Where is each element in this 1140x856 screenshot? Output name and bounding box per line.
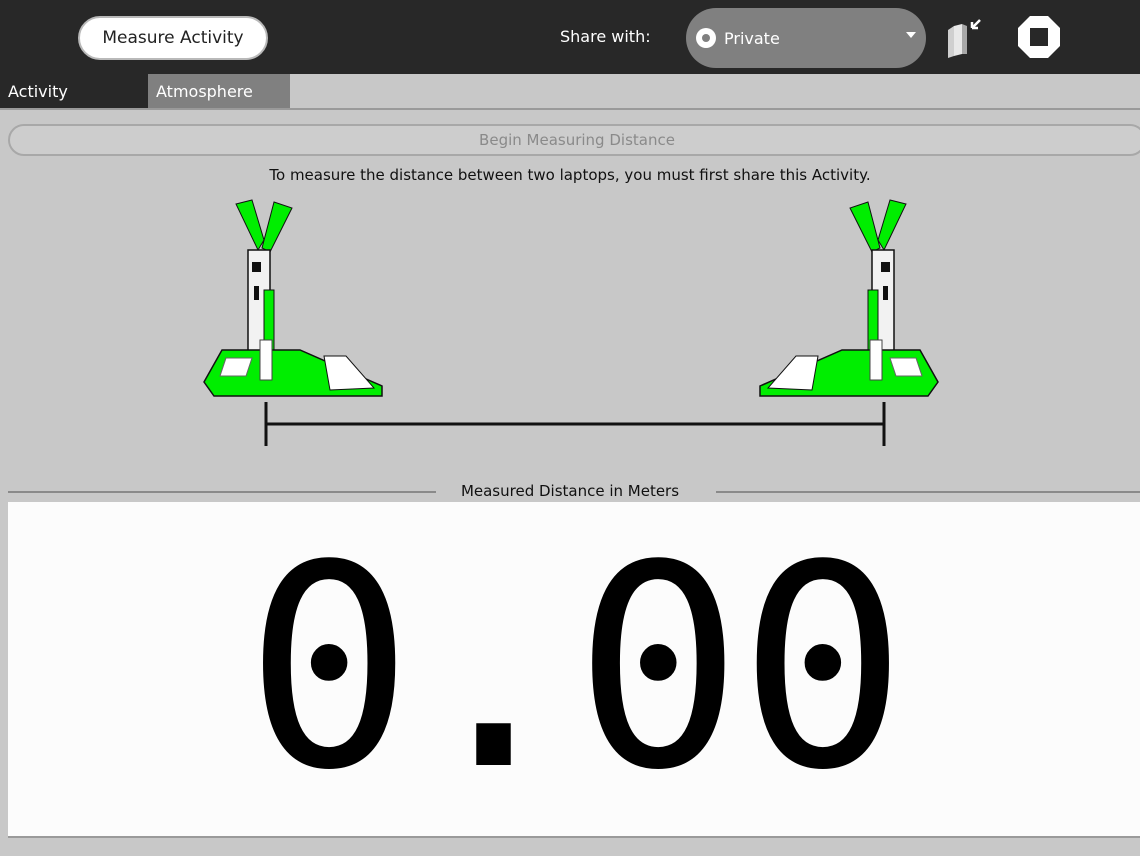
distance-bar-icon [264,402,886,446]
tab-atmosphere[interactable]: Atmosphere [148,74,290,108]
begin-measuring-button[interactable]: Begin Measuring Distance [8,124,1140,156]
laptop-right-icon [759,199,939,397]
distance-value: 0.00 [244,506,907,832]
tab-bar: Activity Atmosphere [0,74,1140,108]
chevron-down-icon [906,32,916,38]
keep-button[interactable] [942,14,988,60]
share-with-combo[interactable]: Private [686,8,926,68]
stop-button[interactable] [1016,14,1062,60]
two-laptops-illustration [203,199,939,446]
activity-name-field[interactable]: Measure Activity [78,16,268,60]
measure-panel: Begin Measuring Distance To measure the … [0,108,1140,856]
stop-icon [1018,16,1060,58]
laptop-left-icon [203,199,383,397]
distance-frame-title: Measured Distance in Meters [460,482,680,500]
activity-toolbar: Measure Activity Share with: Private [0,0,1140,74]
private-icon [696,28,716,48]
share-with-label: Share with: [560,27,651,46]
keep-journal-icon [948,19,981,58]
tab-activity[interactable]: Activity [0,74,148,108]
share-with-value: Private [724,28,780,48]
distance-display: 0.00 [8,502,1140,838]
share-instruction-text: To measure the distance between two lapt… [269,166,871,184]
